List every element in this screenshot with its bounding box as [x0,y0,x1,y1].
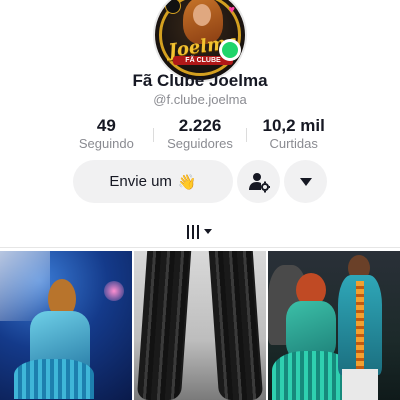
avatar-face [193,4,211,26]
add-friends-icon [248,172,270,192]
message-button-label: Envie um [109,173,172,190]
video-thumbnail[interactable] [134,251,266,400]
stat-followers-value: 2.226 [178,116,222,135]
stat-following-value: 49 [96,116,116,135]
tab-videos[interactable] [187,222,217,242]
dancer-skirt [14,359,94,399]
performer-stripe [356,281,364,371]
tab-divider [0,247,400,248]
add-friends-button[interactable] [237,160,280,203]
stage-orb [104,281,124,301]
videos-grid-icon-bar [197,225,199,239]
performer-legs [342,369,378,400]
profile-handle: @f.clube.joelma [153,92,247,107]
profile-stats: 49 Seguindo 2.226 Seguidores 10,2 mil Cu… [60,116,340,152]
videos-grid-icon-bar [192,225,194,239]
chevron-down-icon [204,229,212,234]
stat-likes-label: Curtidas [269,136,318,151]
stat-following-label: Seguindo [78,136,134,151]
heart-icon: ♥ [228,4,235,16]
online-status-badge [219,39,241,61]
wave-emoji-icon: 👋 [177,173,197,191]
stat-likes-value: 10,2 mil [262,116,325,135]
stage-light [0,251,50,321]
video-grid [0,251,400,400]
video-thumbnail[interactable] [0,251,132,400]
profile-name: Fã Clube Joelma [132,71,268,90]
boot-left [136,251,192,400]
more-options-button[interactable] [284,160,327,203]
video-thumbnail[interactable] [268,251,400,400]
boot-right [208,251,264,400]
chevron-down-icon [299,177,312,186]
stat-likes[interactable]: 10,2 mil Curtidas [247,116,340,152]
stat-followers-label: Seguidores [167,136,233,151]
profile-tab-bar [0,216,400,248]
stat-followers[interactable]: 2.226 Seguidores [154,116,247,152]
stat-following[interactable]: 49 Seguindo [60,116,153,152]
message-button[interactable]: Envie um 👋 [73,160,233,203]
videos-grid-icon [187,225,189,239]
